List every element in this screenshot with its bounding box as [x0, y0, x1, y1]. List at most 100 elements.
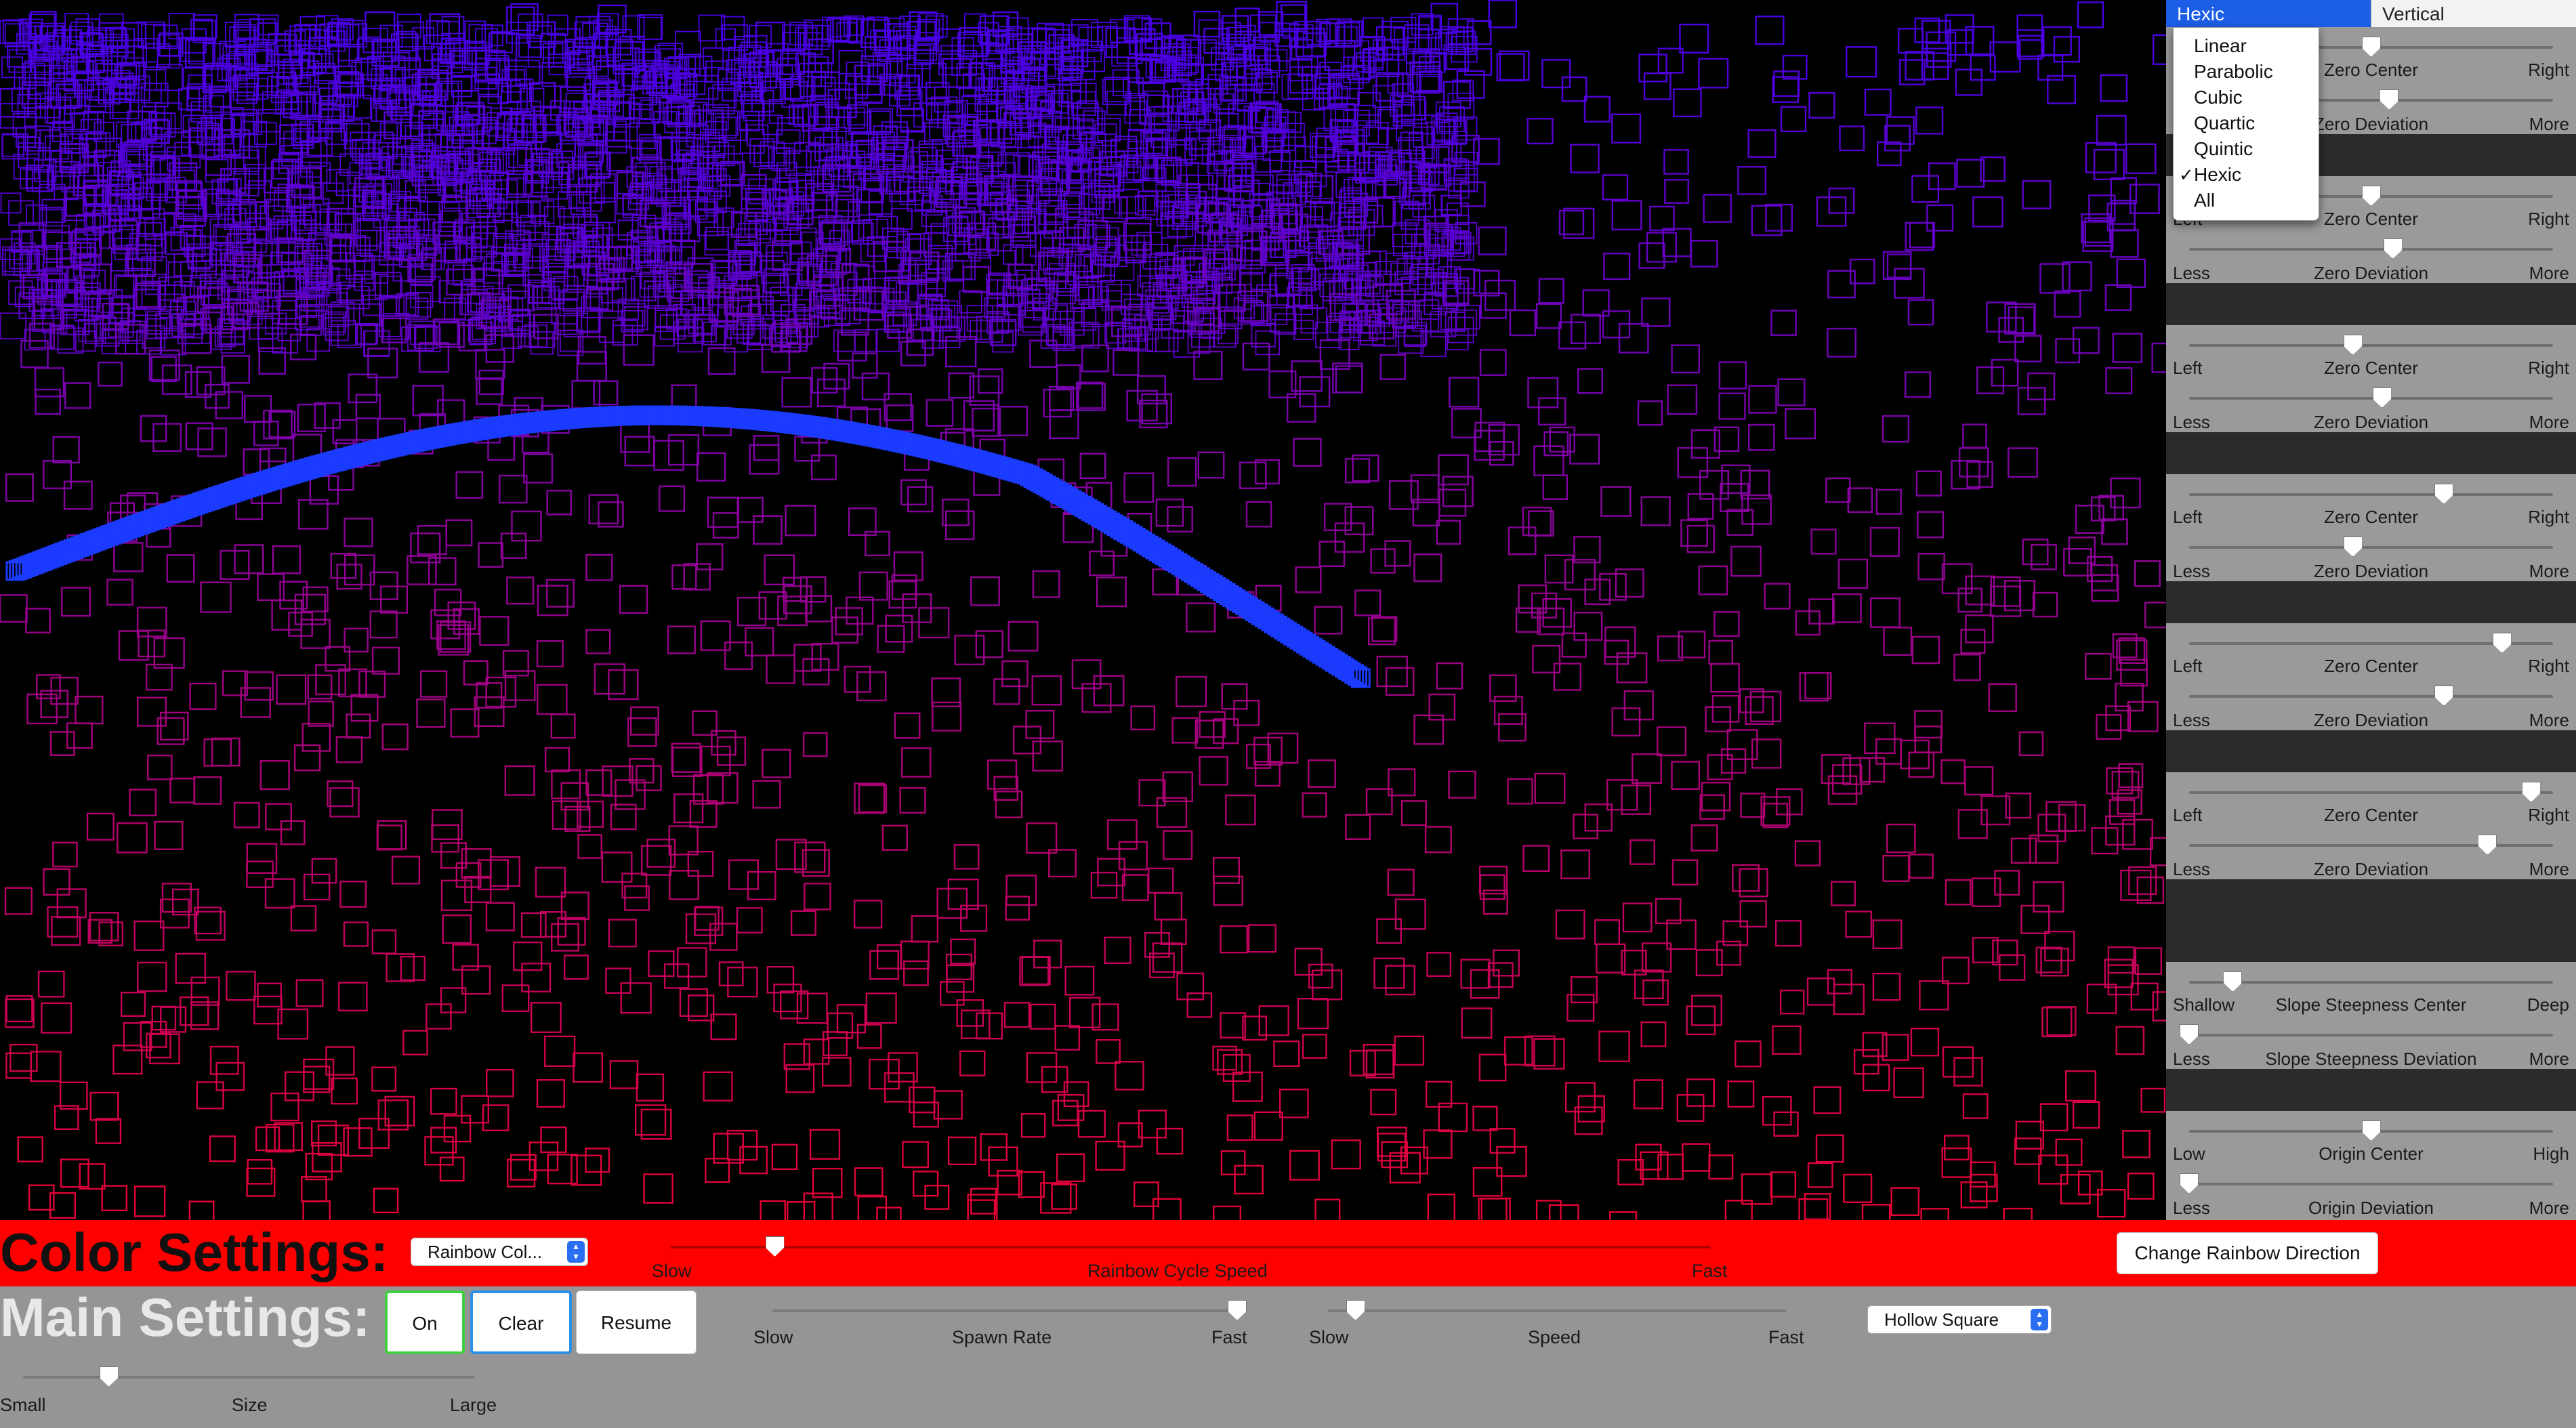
zero-group-6-deviation-label: Zero Deviation — [2313, 859, 2429, 879]
color-settings-bar: Color Settings: Rainbow Col... ▴ ▾ Slow R… — [0, 1220, 2576, 1286]
slope-group: Shallow Slope Steepness Center Deep Less Slo… — [2166, 962, 2576, 1069]
menu-item-linear[interactable]: Linear — [2174, 33, 2319, 59]
speed-label: Speed — [1528, 1327, 1581, 1347]
rainbow-speed-track[interactable] — [671, 1246, 1711, 1248]
zero-group-3-deviation-track[interactable] — [2189, 397, 2553, 400]
tab-orientation[interactable]: Vertical — [2371, 0, 2576, 27]
zero-group-6-center-label: Zero Center — [2324, 805, 2418, 825]
zero-group-6-deviation-track[interactable] — [2189, 844, 2553, 847]
shape-value: Hollow Square — [1884, 1309, 1999, 1330]
zero-group-3-right-label: Right — [2528, 358, 2569, 378]
zero-group-4-more-label: More — [2529, 561, 2569, 581]
rainbow-speed-label: Rainbow Cycle Speed — [1087, 1261, 1268, 1281]
zero-group-6-more-label: More — [2529, 859, 2569, 879]
resume-button[interactable]: Resume — [576, 1290, 697, 1354]
clear-button[interactable]: Clear — [470, 1290, 572, 1354]
menu-item-parabolic[interactable]: Parabolic — [2174, 59, 2319, 85]
zero-group-2-more-label: More — [2529, 263, 2569, 283]
spawn-slow: Slow — [753, 1327, 793, 1347]
chevron-updown-icon: ▴ ▾ — [567, 1241, 585, 1263]
zero-group-3-more-label: More — [2529, 412, 2569, 432]
size-label: Size — [232, 1395, 268, 1415]
zero-group-3-center-thumb[interactable] — [2343, 335, 2363, 355]
zero-group-5-center-label: Zero Center — [2324, 656, 2418, 676]
shape-select[interactable]: Hollow Square ▴ ▾ — [1867, 1305, 2052, 1334]
rainbow-speed-thumb[interactable] — [765, 1236, 785, 1257]
zero-group-5-deviation-track[interactable] — [2189, 695, 2553, 698]
zero-group-5-center-thumb[interactable] — [2492, 633, 2512, 653]
zero-group-4-center-track[interactable] — [2189, 493, 2553, 496]
change-rainbow-direction-button[interactable]: Change Rainbow Direction — [2117, 1232, 2378, 1274]
zero-group-6-right-label: Right — [2528, 805, 2569, 825]
size-track[interactable] — [23, 1376, 474, 1379]
zero-group-1-deviation-thumb[interactable] — [2380, 89, 2399, 110]
particle-field — [0, 0, 2166, 1220]
chevron-updown-icon: ▴ ▾ — [2031, 1309, 2048, 1330]
zero-group-4-center-thumb[interactable] — [2434, 484, 2453, 504]
zero-group-4-deviation-label: Zero Deviation — [2313, 561, 2429, 581]
origin-group: Low Origin Center High Less Origin Deviation… — [2166, 1111, 2576, 1220]
speed-track[interactable] — [1328, 1309, 1786, 1312]
zero-group-4-deviation-track[interactable] — [2189, 546, 2553, 549]
origin-group-deviation-thumb[interactable] — [2180, 1173, 2199, 1194]
slope-group-center-thumb[interactable] — [2223, 971, 2243, 992]
zero-group-5-right-label: Right — [2528, 656, 2569, 676]
rainbow-speed-fast: Fast — [1692, 1261, 1728, 1281]
color-mode-select[interactable]: Rainbow Col... ▴ ▾ — [411, 1238, 588, 1266]
slope-group-center-track[interactable] — [2189, 981, 2553, 984]
main-settings-title: Main Settings: — [0, 1287, 371, 1347]
zero-group-2-right-label: Right — [2528, 209, 2569, 229]
zero-group-4-deviation-thumb[interactable] — [2343, 537, 2363, 557]
zero-group-5-more-label: More — [2529, 710, 2569, 730]
zero-group-6: Left Zero Center Right Less Zero Deviation Mo… — [2166, 772, 2576, 879]
function-dropdown-menu: Linear Parabolic Cubic Quartic Quintic ✓… — [2173, 27, 2319, 221]
slope-group-deviation-label: Slope Steepness Deviation — [2265, 1049, 2477, 1069]
menu-item-all[interactable]: All — [2174, 188, 2319, 213]
zero-group-6-center-thumb[interactable] — [2521, 782, 2541, 802]
spawn-rate-thumb[interactable] — [1228, 1300, 1247, 1320]
size-small: Small — [0, 1395, 46, 1415]
zero-group-3-center-track[interactable] — [2189, 344, 2553, 347]
spawn-label: Spawn Rate — [952, 1327, 1052, 1347]
origin-group-center-label: Origin Center — [2319, 1143, 2424, 1164]
zero-group-3: Left Zero Center Right Less Zero Deviation Mo… — [2166, 325, 2576, 432]
zero-group-5-deviation-label: Zero Deviation — [2313, 710, 2429, 730]
slope-group-more-label: More — [2529, 1049, 2569, 1069]
spawn-fast: Fast — [1211, 1327, 1247, 1347]
menu-item-cubic[interactable]: Cubic — [2174, 85, 2319, 110]
zero-group-2-center-thumb[interactable] — [2361, 186, 2381, 206]
zero-group-6-deviation-thumb[interactable] — [2478, 835, 2497, 855]
main-settings-bar: Main Settings: On Clear Resume Slow Spaw… — [0, 1286, 2576, 1428]
zero-group-6-center-track[interactable] — [2189, 791, 2553, 794]
drawing-canvas[interactable] — [0, 0, 2166, 1220]
slope-group-deviation-thumb[interactable] — [2180, 1024, 2199, 1045]
origin-group-center-thumb[interactable] — [2361, 1120, 2381, 1141]
slope-group-right-label: Deep — [2527, 994, 2569, 1015]
zero-group-3-deviation-label: Zero Deviation — [2313, 412, 2429, 432]
tab-function-type[interactable]: Hexic — [2166, 0, 2371, 27]
zero-group-5-deviation-thumb[interactable] — [2434, 686, 2453, 706]
zero-group-2-deviation-label: Zero Deviation — [2313, 263, 2429, 283]
menu-item-quintic[interactable]: Quintic — [2174, 136, 2319, 162]
on-button[interactable]: On — [385, 1290, 465, 1354]
spawn-rate-track[interactable] — [772, 1309, 1247, 1312]
zero-group-4: Left Zero Center Right Less Zero Deviation Mo… — [2166, 474, 2576, 581]
zero-group-1-center-thumb[interactable] — [2361, 37, 2381, 57]
zero-group-1-right-label: Right — [2528, 60, 2569, 80]
origin-group-deviation-label: Origin Deviation — [2308, 1198, 2434, 1218]
slope-group-center-label: Slope Steepness Center — [2275, 994, 2467, 1015]
checkmark-icon: ✓ — [2179, 165, 2194, 185]
zero-group-2-deviation-track[interactable] — [2189, 248, 2553, 251]
zero-group-2-deviation-thumb[interactable] — [2383, 238, 2403, 259]
zero-group-3-deviation-thumb[interactable] — [2372, 387, 2392, 408]
size-thumb[interactable] — [99, 1366, 119, 1387]
slope-group-deviation-track[interactable] — [2189, 1034, 2553, 1036]
menu-item-hexic[interactable]: ✓ Hexic — [2174, 162, 2319, 188]
origin-group-deviation-track[interactable] — [2189, 1183, 2553, 1185]
speed-fast: Fast — [1768, 1327, 1804, 1347]
speed-thumb[interactable] — [1346, 1300, 1365, 1320]
tab-bar: Hexic Vertical — [2166, 0, 2576, 27]
speed-slow: Slow — [1309, 1327, 1349, 1347]
zero-group-5: Left Zero Center Right Less Zero Deviation Mo… — [2166, 623, 2576, 730]
menu-item-quartic[interactable]: Quartic — [2174, 110, 2319, 136]
